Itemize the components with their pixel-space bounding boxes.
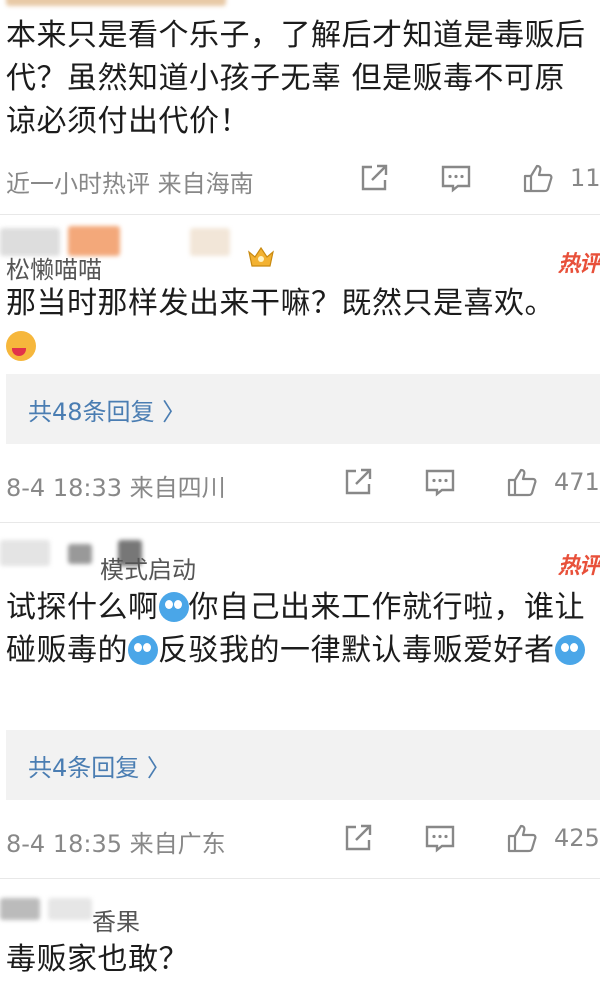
comment-meta: 8-4 18:35 来自广东 425 xyxy=(0,820,600,860)
avatar-blur xyxy=(0,540,50,566)
comment-icon[interactable] xyxy=(424,822,456,854)
comment-meta: 8-4 18:33 来自四川 471 xyxy=(0,464,600,504)
laugh-cry-emoji xyxy=(128,635,158,665)
share-icon[interactable] xyxy=(342,822,374,854)
meta-text: 近一小时热评 来自海南 xyxy=(6,170,254,198)
comment-text: 试探什么啊 你自己出来工作就行啦，谁让碰贩毒的 反驳我的一律默认毒贩爱好者 xyxy=(6,586,594,672)
reply-box[interactable]: 共48条回复 〉 xyxy=(6,374,600,444)
comment-icon[interactable] xyxy=(424,466,456,498)
drool-emoji xyxy=(6,331,36,361)
username[interactable]: 模式启动 xyxy=(100,550,196,585)
username[interactable]: 松懒喵喵 xyxy=(6,250,102,285)
comment-text: 本来只是看个乐子，了解后才知道是毒贩后代？虽然知道小孩子无辜 但是贩毒不可原谅必… xyxy=(6,18,586,139)
comment-3: 模式启动 热评 试探什么啊 你自己出来工作就行啦，谁让碰贩毒的 反驳我的一律默认毒贩… xyxy=(0,530,600,880)
username-cut xyxy=(6,0,226,6)
share-icon[interactable] xyxy=(342,466,374,498)
avatar-blur xyxy=(68,544,92,564)
comment-meta: 近一小时热评 来自海南 11 xyxy=(0,160,600,200)
view-replies-link[interactable]: 共48条回复 〉 xyxy=(28,392,186,427)
comment-1: 本来只是看个乐子，了解后才知道是毒贩后代？虽然知道小孩子无辜 但是贩毒不可原谅必… xyxy=(0,0,600,210)
comment-text-part3: 反驳我的一律默认毒贩爱好者 xyxy=(158,633,555,668)
avatar-blur xyxy=(48,898,92,920)
divider xyxy=(0,522,600,523)
divider xyxy=(0,878,600,879)
comment-text-content: 那当时那样发出来干嘛？既然只是喜欢。 xyxy=(6,286,555,321)
view-replies-link[interactable]: 共4条回复 〉 xyxy=(28,748,171,783)
reply-box[interactable]: 共4条回复 〉 xyxy=(6,730,600,800)
like-icon[interactable] xyxy=(522,162,554,194)
username[interactable]: 香果 xyxy=(92,902,140,937)
laugh-cry-emoji xyxy=(554,635,585,665)
comment-text: 毒贩家也敢？ xyxy=(6,942,189,977)
meta-text: 8-4 18:33 来自四川 xyxy=(6,474,226,502)
comment-2: 松懒喵喵 热评 那当时那样发出来干嘛？既然只是喜欢。 共48条回复 〉 8-4 … xyxy=(0,220,600,520)
like-count: 471 xyxy=(554,468,600,496)
comment-text-part1: 试探什么啊 xyxy=(6,590,159,625)
like-icon[interactable] xyxy=(506,466,538,498)
share-icon[interactable] xyxy=(358,162,390,194)
comment-4: 香果 毒贩家也敢？ xyxy=(0,884,600,977)
like-count: 425 xyxy=(554,824,600,852)
hot-comment-badge: 热评 xyxy=(557,252,600,277)
avatar-blur xyxy=(190,228,230,256)
comment-text: 那当时那样发出来干嘛？既然只是喜欢。 xyxy=(6,282,594,368)
avatar-blur xyxy=(0,898,40,920)
meta-text: 8-4 18:35 来自广东 xyxy=(6,830,226,858)
divider xyxy=(0,214,600,215)
laugh-cry-emoji xyxy=(158,592,189,622)
like-icon[interactable] xyxy=(506,822,538,854)
hot-comment-badge: 热评 xyxy=(557,554,600,579)
crown-icon xyxy=(248,246,274,267)
like-count: 11 xyxy=(570,164,600,192)
comment-icon[interactable] xyxy=(440,162,472,194)
